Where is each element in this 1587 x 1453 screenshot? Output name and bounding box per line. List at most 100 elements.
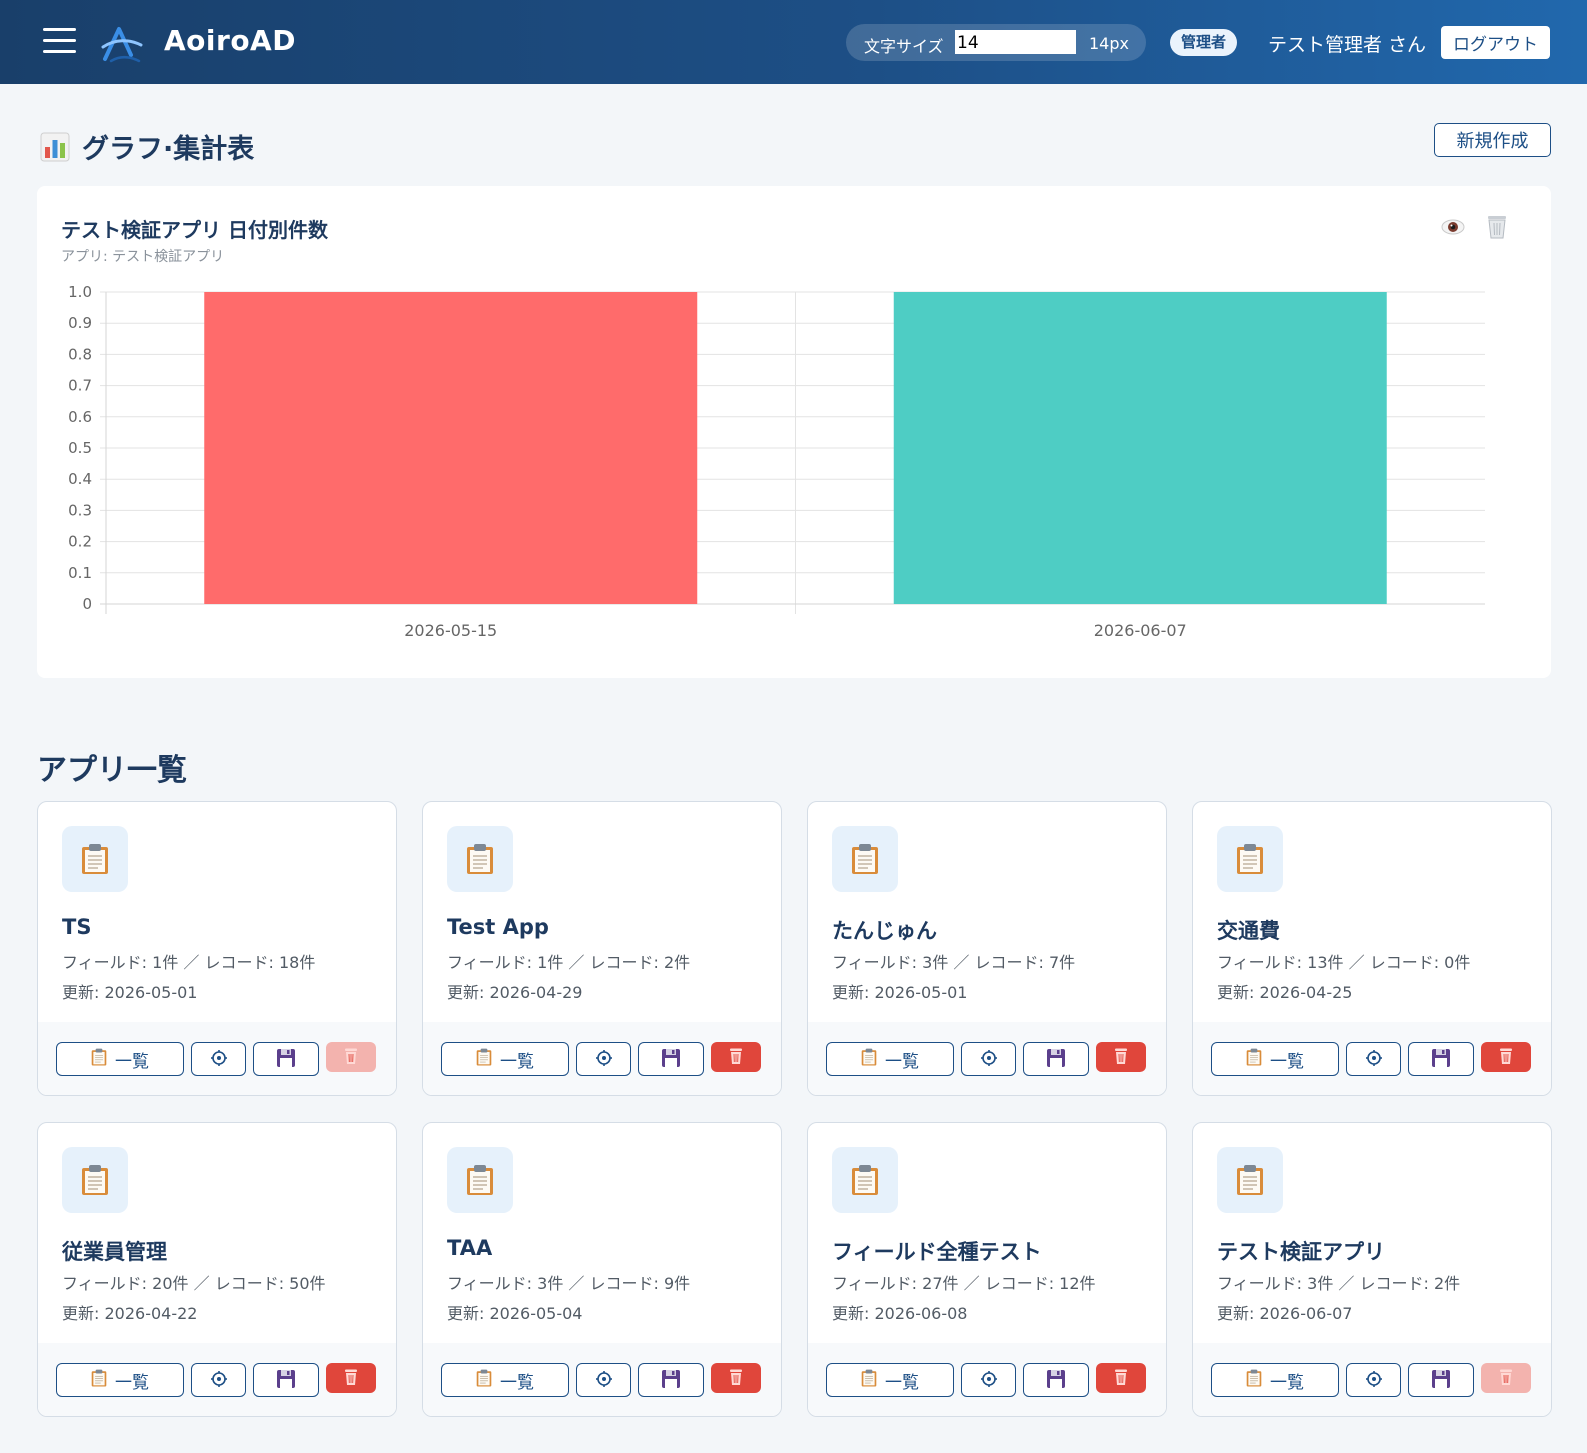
trash-icon [344, 1047, 358, 1068]
app-field-record-count: フィールド: 20件 ／ レコード: 50件 [62, 1274, 326, 1293]
app-field-record-count: フィールド: 1件 ／ レコード: 2件 [447, 953, 691, 972]
app-save-button[interactable] [1408, 1042, 1474, 1076]
app-delete-button[interactable] [326, 1363, 376, 1393]
floppy-disk-icon [1046, 1369, 1066, 1392]
clipboard-icon [861, 1369, 877, 1392]
app-save-button[interactable] [1023, 1363, 1089, 1397]
floppy-disk-icon [661, 1048, 681, 1071]
hamburger-menu-icon[interactable] [43, 28, 76, 54]
app-save-button[interactable] [638, 1042, 704, 1076]
app-card[interactable]: TS フィールド: 1件 ／ レコード: 18件 更新: 2026-05-01 … [37, 801, 397, 1096]
aoiro-logo-icon [101, 27, 143, 63]
floppy-disk-icon [276, 1369, 296, 1392]
app-delete-button[interactable] [711, 1363, 761, 1393]
gear-icon [210, 1370, 228, 1391]
app-name: Test App [447, 915, 549, 939]
x-tick-label: 2026-05-15 [404, 621, 497, 640]
record-list-button[interactable]: 一覧 [1211, 1042, 1339, 1076]
apps-section-heading: アプリ一覧 [37, 753, 187, 788]
app-name: たんじゅん [832, 919, 937, 943]
app-delete-button[interactable] [711, 1042, 761, 1072]
app-actions: 一覧 [808, 1343, 1166, 1416]
clipboard-icon [832, 1147, 898, 1213]
app-actions: 一覧 [38, 1022, 396, 1095]
app-updated-date: 更新: 2026-05-01 [832, 983, 968, 1002]
app-settings-button[interactable] [576, 1363, 631, 1397]
app-save-button[interactable] [253, 1042, 319, 1076]
app-settings-button[interactable] [191, 1042, 246, 1076]
app-save-button[interactable] [1408, 1363, 1474, 1397]
clipboard-icon [832, 826, 898, 892]
clipboard-icon [62, 826, 128, 892]
app-save-button[interactable] [253, 1363, 319, 1397]
app-delete-button[interactable] [1096, 1363, 1146, 1393]
app-card[interactable]: フィールド全種テスト フィールド: 27件 ／ レコード: 12件 更新: 20… [807, 1122, 1167, 1417]
trash-icon [729, 1047, 743, 1068]
app-card[interactable]: テスト検証アプリ フィールド: 3件 ／ レコード: 2件 更新: 2026-0… [1192, 1122, 1552, 1417]
app-card[interactable]: Test App フィールド: 1件 ／ レコード: 2件 更新: 2026-0… [422, 801, 782, 1096]
font-size-value: 14px [1089, 34, 1129, 53]
clipboard-icon [62, 1147, 128, 1213]
clipboard-icon [91, 1369, 107, 1392]
app-settings-button[interactable] [191, 1363, 246, 1397]
chart-bar [204, 292, 698, 604]
record-list-label: 一覧 [115, 1051, 149, 1072]
y-tick-label: 0.5 [68, 439, 92, 457]
app-name: TAA [447, 1236, 493, 1260]
brand-name: AoiroAD [164, 24, 296, 57]
new-chart-button[interactable]: 新規作成 [1434, 123, 1551, 157]
record-list-button[interactable]: 一覧 [826, 1042, 954, 1076]
trash-icon [1114, 1368, 1128, 1389]
app-updated-date: 更新: 2026-05-01 [62, 983, 198, 1002]
record-list-label: 一覧 [500, 1051, 534, 1072]
app-card[interactable]: 交通費 フィールド: 13件 ／ レコード: 0件 更新: 2026-04-25… [1192, 801, 1552, 1096]
clipboard-icon [1217, 826, 1283, 892]
app-delete-button[interactable] [326, 1042, 376, 1072]
app-delete-button[interactable] [1096, 1042, 1146, 1072]
app-settings-button[interactable] [1346, 1363, 1401, 1397]
app-save-button[interactable] [1023, 1042, 1089, 1076]
charts-section-heading: グラフ·集計表 [40, 127, 254, 166]
record-list-label: 一覧 [885, 1372, 919, 1393]
record-list-button[interactable]: 一覧 [826, 1363, 954, 1397]
gear-icon [595, 1370, 613, 1391]
bar-chart-icon [40, 132, 70, 162]
gear-icon [980, 1049, 998, 1070]
clipboard-icon [861, 1048, 877, 1071]
font-size-input[interactable] [955, 30, 1076, 54]
app-updated-date: 更新: 2026-06-07 [1217, 1304, 1353, 1323]
app-updated-date: 更新: 2026-06-08 [832, 1304, 968, 1323]
app-settings-button[interactable] [961, 1042, 1016, 1076]
font-size-label: 文字サイズ [864, 37, 944, 56]
app-card[interactable]: たんじゅん フィールド: 3件 ／ レコード: 7件 更新: 2026-05-0… [807, 801, 1167, 1096]
record-list-button[interactable]: 一覧 [441, 1363, 569, 1397]
app-settings-button[interactable] [1346, 1042, 1401, 1076]
chart-bar [893, 292, 1387, 604]
x-tick-label: 2026-06-07 [1094, 621, 1187, 640]
app-card[interactable]: 従業員管理 フィールド: 20件 ／ レコード: 50件 更新: 2026-04… [37, 1122, 397, 1417]
record-list-button[interactable]: 一覧 [56, 1363, 184, 1397]
app-card[interactable]: TAA フィールド: 3件 ／ レコード: 9件 更新: 2026-05-04 … [422, 1122, 782, 1417]
top-navigation-bar: AoiroAD 文字サイズ 14px 管理者 テスト管理者 さん ログアウト [0, 0, 1587, 84]
record-list-button[interactable]: 一覧 [1211, 1363, 1339, 1397]
role-badge: 管理者 [1170, 29, 1238, 56]
y-tick-label: 0 [82, 595, 92, 613]
gear-icon [210, 1049, 228, 1070]
app-delete-button[interactable] [1481, 1363, 1531, 1393]
app-actions: 一覧 [423, 1022, 781, 1095]
record-list-button[interactable]: 一覧 [441, 1042, 569, 1076]
app-delete-button[interactable] [1481, 1042, 1531, 1072]
trash-icon [344, 1368, 358, 1389]
gear-icon [980, 1370, 998, 1391]
app-settings-button[interactable] [576, 1042, 631, 1076]
y-tick-label: 0.3 [68, 501, 92, 519]
app-settings-button[interactable] [961, 1363, 1016, 1397]
app-name: テスト検証アプリ [1217, 1240, 1385, 1264]
trash-icon [1114, 1047, 1128, 1068]
app-field-record-count: フィールド: 27件 ／ レコード: 12件 [832, 1274, 1096, 1293]
floppy-disk-icon [661, 1369, 681, 1392]
logout-button[interactable]: ログアウト [1441, 26, 1550, 59]
clipboard-icon [476, 1048, 492, 1071]
record-list-button[interactable]: 一覧 [56, 1042, 184, 1076]
app-save-button[interactable] [638, 1363, 704, 1397]
